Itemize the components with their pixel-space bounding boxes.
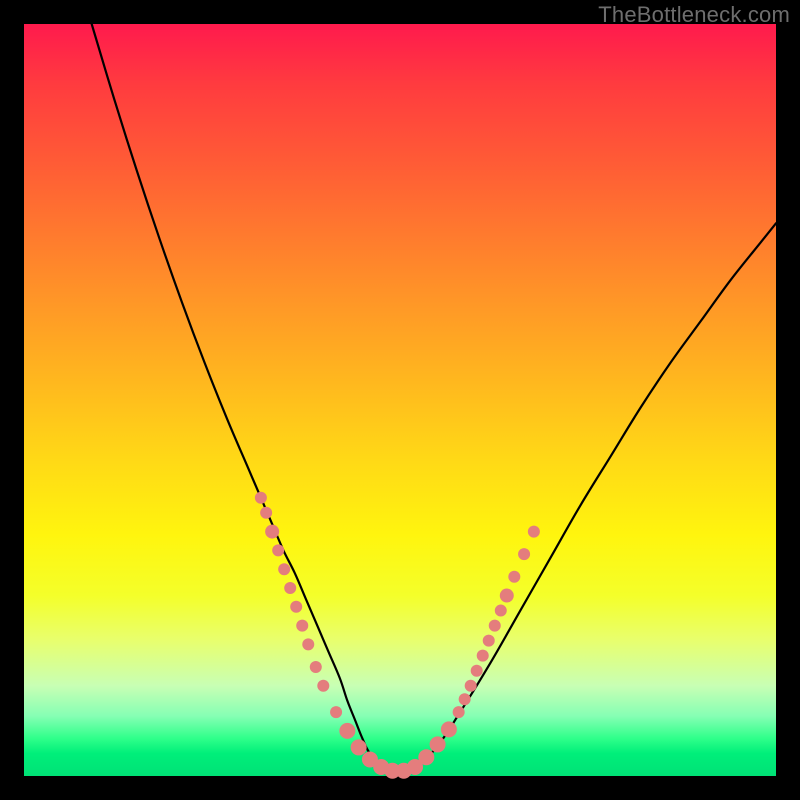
chart-frame: TheBottleneck.com [0, 0, 800, 800]
data-marker [255, 492, 267, 504]
data-marker [471, 665, 483, 677]
data-marker [441, 721, 457, 737]
data-marker [290, 601, 302, 613]
data-marker [310, 661, 322, 673]
data-marker [518, 548, 530, 560]
data-marker [483, 635, 495, 647]
marker-group [255, 492, 540, 779]
data-marker [302, 638, 314, 650]
plot-area [24, 24, 776, 776]
bottleneck-curve [92, 24, 776, 775]
data-marker [528, 526, 540, 538]
data-marker [495, 605, 507, 617]
data-marker [265, 525, 279, 539]
chart-svg [24, 24, 776, 776]
data-marker [459, 693, 471, 705]
data-marker [339, 723, 355, 739]
data-marker [465, 680, 477, 692]
data-marker [330, 706, 342, 718]
data-marker [317, 680, 329, 692]
data-marker [272, 544, 284, 556]
data-marker [477, 650, 489, 662]
data-marker [351, 739, 367, 755]
data-marker [296, 620, 308, 632]
data-marker [489, 620, 501, 632]
data-marker [418, 749, 434, 765]
data-marker [430, 736, 446, 752]
data-marker [284, 582, 296, 594]
data-marker [278, 563, 290, 575]
data-marker [500, 589, 514, 603]
data-marker [453, 706, 465, 718]
data-marker [508, 571, 520, 583]
data-marker [260, 507, 272, 519]
